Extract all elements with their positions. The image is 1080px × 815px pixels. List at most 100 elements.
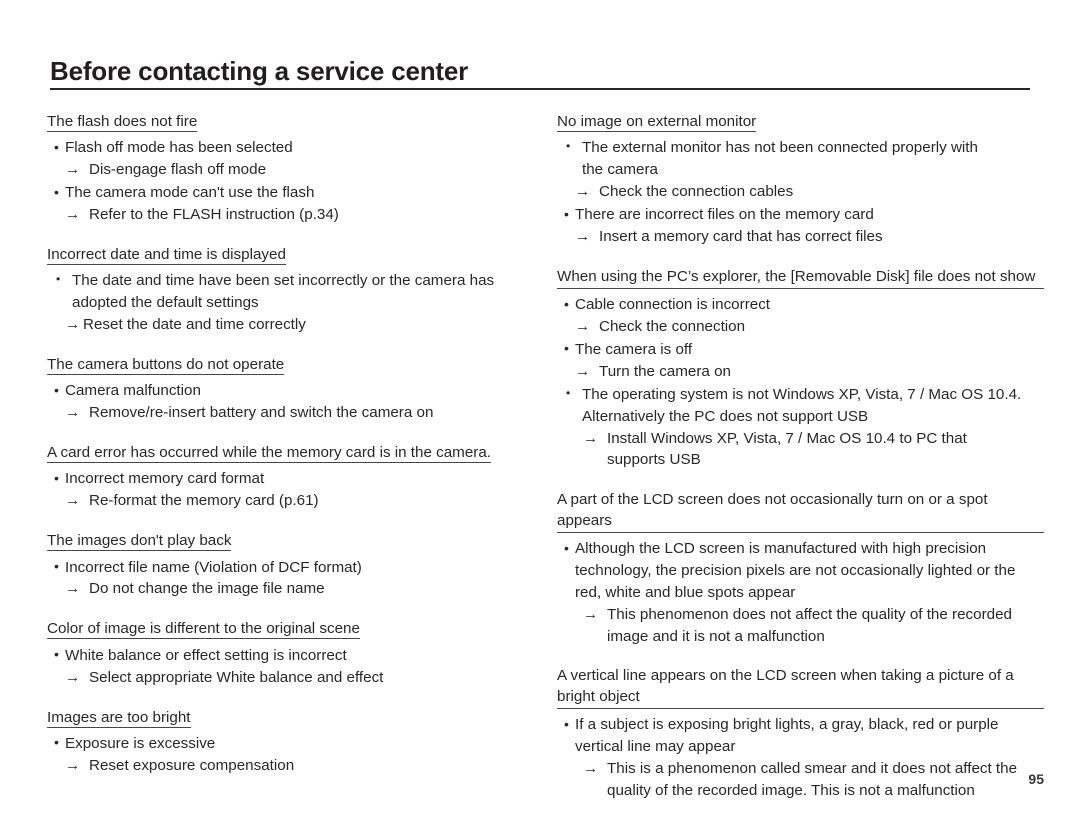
section-heading: A card error has occurred while the memo… [47, 444, 491, 464]
title-divider [50, 88, 1030, 91]
bullet-item: Although the LCD screen is manufactured … [557, 538, 1044, 604]
item-text-continuation: vertical line may appear [575, 738, 736, 756]
right-column: No image on external monitor The external… [557, 112, 1044, 802]
arrow-item: Select appropriate White balance and eff… [47, 667, 527, 689]
section-heading-wrap: The flash does not fire [47, 112, 527, 132]
item-text-continuation: technology, the precision pixels are not… [575, 561, 1016, 579]
bullet-item: Flash off mode has been selected [47, 137, 527, 159]
item-text: Insert a memory card that has correct fi… [599, 227, 883, 245]
troubleshooting-section: The flash does not fire Flash off mode ha… [47, 112, 527, 226]
bullet-item: Incorrect file name (Violation of DCF fo… [47, 556, 527, 579]
item-text: Although the LCD screen is manufactured … [575, 540, 987, 558]
section-heading-wrap: Images are too bright [47, 708, 527, 728]
section-heading: The images don't play back [47, 532, 232, 552]
item-text: Camera malfunction [65, 382, 201, 400]
bullet-item: If a subject is exposing bright lights, … [557, 714, 1044, 758]
section-heading: Incorrect date and time is displayed [47, 245, 286, 265]
section-heading-wrap: No image on external monitor [557, 112, 1044, 132]
troubleshooting-section: A part of the LCD screen does not occasi… [557, 490, 1044, 647]
item-text-continuation: the camera [582, 161, 658, 179]
item-text: Reset the date and time correctly [83, 316, 306, 334]
item-text: The date and time have been set incorrec… [72, 272, 495, 290]
section-heading-wrap: A part of the LCD screen does not occasi… [557, 490, 1044, 534]
troubleshooting-section: A card error has occurred while the memo… [47, 443, 527, 512]
item-text: Incorrect memory card format [65, 470, 265, 488]
arrow-item: Refer to the FLASH instruction (p.34) [47, 204, 527, 226]
bullet-item: Camera malfunction [47, 380, 527, 402]
troubleshooting-section: A vertical line appears on the LCD scree… [557, 666, 1044, 801]
section-heading: The flash does not fire [47, 113, 198, 132]
item-text: Check the connection [599, 318, 746, 336]
arrow-item: Turn the camera on [557, 361, 1044, 383]
item-text: The operating system is not Windows XP, … [582, 385, 1022, 403]
arrow-item: Re-format the memory card (p.61) [47, 490, 527, 512]
item-text: Remove/re-insert battery and switch the … [89, 404, 434, 422]
item-text-continuation: quality of the recorded image. This is n… [607, 781, 975, 799]
arrow-item: Install Windows XP, Vista, 7 / Mac OS 10… [557, 428, 1044, 472]
arrow-item: Do not change the image file name [47, 578, 527, 600]
section-heading-wrap: The camera buttons do not operate [47, 355, 527, 375]
item-text: If a subject is exposing bright lights, … [575, 716, 999, 734]
item-text: The external monitor has not been connec… [582, 139, 978, 157]
section-heading-wrap: When using the PC’s explorer, the [Remov… [557, 267, 1044, 290]
item-text: Flash off mode has been selected [65, 139, 293, 157]
section-heading-wrap: Incorrect date and time is displayed [47, 245, 527, 265]
item-text-continuation: red, white and blue spots appear [575, 583, 796, 601]
section-heading-wrap: A vertical line appears on the LCD scree… [557, 666, 1044, 710]
section-heading: Color of image is different to the origi… [47, 620, 360, 640]
item-text: Exposure is excessive [65, 734, 216, 752]
bullet-item: There are incorrect files on the memory … [557, 204, 1044, 226]
troubleshooting-section: Images are too bright Exposure is excessi… [47, 708, 527, 777]
arrow-item: Reset the date and time correctly [47, 314, 527, 336]
section-heading-wrap: Color of image is different to the origi… [47, 619, 527, 640]
arrow-item: Check the connection cables [557, 181, 1044, 203]
item-text-continuation: image and it is not a malfunction [607, 627, 825, 645]
troubleshooting-section: The images don't play back Incorrect file… [47, 531, 527, 600]
item-text: Dis-engage flash off mode [89, 161, 267, 179]
troubleshooting-section: The camera buttons do not operate Camera … [47, 355, 527, 424]
item-text: Select appropriate White balance and eff… [89, 668, 384, 686]
troubleshooting-section: Incorrect date and time is displayed The … [47, 245, 527, 336]
item-text: The camera mode can't use the flash [65, 184, 315, 202]
page-title: Before contacting a service center [50, 56, 469, 86]
troubleshooting-section: When using the PC’s explorer, the [Remov… [557, 267, 1044, 471]
bullet-item: White balance or effect setting is incor… [47, 644, 527, 667]
bullet-item: The camera mode can't use the flash [47, 182, 527, 204]
arrow-item: Dis-engage flash off mode [47, 159, 527, 181]
troubleshooting-section: No image on external monitor The external… [557, 112, 1044, 248]
bullet-item: Cable connection is incorrect [557, 294, 1044, 316]
item-text: Turn the camera on [599, 362, 731, 380]
bullet-item: Exposure is excessive [47, 732, 527, 755]
item-text: Install Windows XP, Vista, 7 / Mac OS 10… [607, 429, 967, 447]
item-text: Cable connection is incorrect [575, 296, 771, 314]
item-text: Check the connection cables [599, 183, 794, 201]
left-column: The flash does not fire Flash off mode ha… [47, 112, 527, 777]
bullet-item: Incorrect memory card format [47, 468, 527, 490]
bullet-item: The camera is off [557, 338, 1044, 361]
item-text: There are incorrect files on the memory … [575, 206, 874, 224]
section-heading-wrap: The images don't play back [47, 531, 527, 552]
section-heading-wrap: A card error has occurred while the memo… [47, 443, 527, 464]
item-text: Do not change the image file name [89, 580, 325, 598]
item-text-continuation: Alternatively the PC does not support US… [582, 407, 869, 425]
section-heading: A part of the LCD screen does not occasi… [557, 490, 1044, 534]
item-text: The camera is off [575, 340, 693, 358]
bullet-item: The date and time have been set incorrec… [47, 270, 527, 314]
section-heading: Images are too bright [47, 708, 191, 728]
section-heading: The camera buttons do not operate [47, 355, 285, 375]
item-text: White balance or effect setting is incor… [65, 646, 347, 664]
troubleshooting-section: Color of image is different to the origi… [47, 619, 527, 688]
section-heading: No image on external monitor [557, 113, 757, 132]
arrow-item: Check the connection [557, 316, 1044, 338]
page-header: Before contacting a service center [50, 56, 1030, 91]
item-text: Refer to the FLASH instruction (p.34) [89, 206, 339, 224]
manual-page: Before contacting a service center The f… [0, 0, 1080, 815]
item-text: Incorrect file name (Violation of DCF fo… [65, 558, 362, 576]
item-text: Reset exposure compensation [89, 756, 295, 774]
arrow-item: Insert a memory card that has correct fi… [557, 226, 1044, 248]
page-number: 95 [1028, 771, 1044, 787]
item-text-continuation: supports USB [607, 451, 701, 469]
item-text-continuation: adopted the default settings [72, 294, 259, 312]
bullet-item: The operating system is not Windows XP, … [557, 384, 1044, 428]
section-heading: A vertical line appears on the LCD scree… [557, 666, 1044, 710]
